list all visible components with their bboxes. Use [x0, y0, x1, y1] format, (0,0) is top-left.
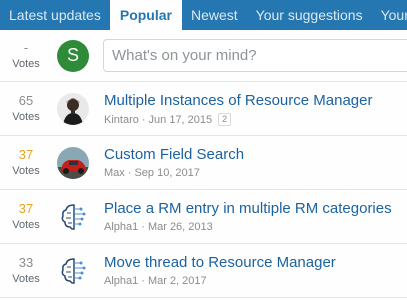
person-photo-icon [57, 92, 89, 125]
avatar[interactable] [57, 92, 89, 125]
tab-your-votes[interactable]: Your vo [372, 0, 407, 30]
vote-count: 33 [18, 254, 34, 270]
vote-counter: - Votes [0, 30, 52, 81]
composer-row: - Votes S What's on your mind? [0, 30, 407, 82]
vote-label: Votes [12, 57, 40, 70]
list-item: 65 Votes Multiple Instances of Resource … [0, 82, 407, 136]
suggestion-list: - Votes S What's on your mind? 65 Votes … [0, 30, 407, 298]
item-date: Mar 2, 2017 [147, 275, 207, 287]
tab-popular[interactable]: Popular [109, 0, 182, 30]
item-title-link[interactable]: Place a RM entry in multiple RM categori… [104, 199, 407, 218]
author-link[interactable]: Alpha1 [104, 275, 138, 287]
avatar[interactable]: S [57, 39, 89, 72]
avatar[interactable] [57, 254, 89, 287]
item-title-link[interactable]: Move thread to Resource Manager [104, 253, 407, 272]
vote-count: 65 [18, 92, 34, 108]
vote-counter[interactable]: 33 Votes [0, 244, 52, 297]
author-link[interactable]: Alpha1 [104, 221, 138, 233]
brain-icon [57, 200, 89, 233]
vote-count: 37 [18, 200, 34, 216]
avatar[interactable] [57, 200, 89, 233]
list-item: 33 Votes Move thread to Resource Manager… [0, 244, 407, 298]
item-meta: Kintaro · Jun 17, 2015 2 [104, 113, 407, 126]
item-date: Sep 10, 2017 [134, 167, 200, 179]
page-jump-link[interactable]: 2 [218, 113, 232, 126]
tab-bar: Latest updates Popular Newest Your sugge… [0, 0, 407, 30]
avatar-letter: S [66, 45, 79, 65]
item-meta: Max · Sep 10, 2017 [104, 167, 200, 179]
vote-counter[interactable]: 37 Votes [0, 190, 52, 243]
tab-newest[interactable]: Newest [182, 0, 247, 30]
vote-count: - [23, 39, 29, 55]
vote-counter[interactable]: 65 Votes [0, 82, 52, 135]
item-title-link[interactable]: Custom Field Search [104, 145, 407, 164]
author-link[interactable]: Max [104, 167, 125, 179]
tab-latest-updates[interactable]: Latest updates [0, 0, 110, 30]
brain-icon [57, 254, 89, 287]
list-item: 37 Votes Custom Field Search Max · Sep 1… [0, 136, 407, 190]
vote-label: Votes [12, 110, 40, 123]
vote-label: Votes [12, 272, 40, 285]
vote-label: Votes [12, 218, 40, 231]
item-date: Jun 17, 2015 [148, 113, 213, 126]
car-photo-icon [57, 146, 89, 179]
item-meta: Alpha1 · Mar 2, 2017 [104, 275, 207, 287]
vote-count: 37 [18, 146, 34, 162]
list-item: 37 Votes Place a RM entry in multiple RM… [0, 190, 407, 244]
avatar[interactable] [57, 146, 89, 179]
item-meta: Alpha1 · Mar 26, 2013 [104, 221, 213, 233]
author-link[interactable]: Kintaro [104, 114, 139, 126]
status-input[interactable]: What's on your mind? [103, 39, 407, 72]
vote-counter[interactable]: 37 Votes [0, 136, 52, 189]
item-title-link[interactable]: Multiple Instances of Resource Manager [104, 91, 407, 110]
tab-your-suggestions[interactable]: Your suggestions [247, 0, 372, 30]
vote-label: Votes [12, 164, 40, 177]
item-date: Mar 26, 2013 [147, 221, 213, 233]
